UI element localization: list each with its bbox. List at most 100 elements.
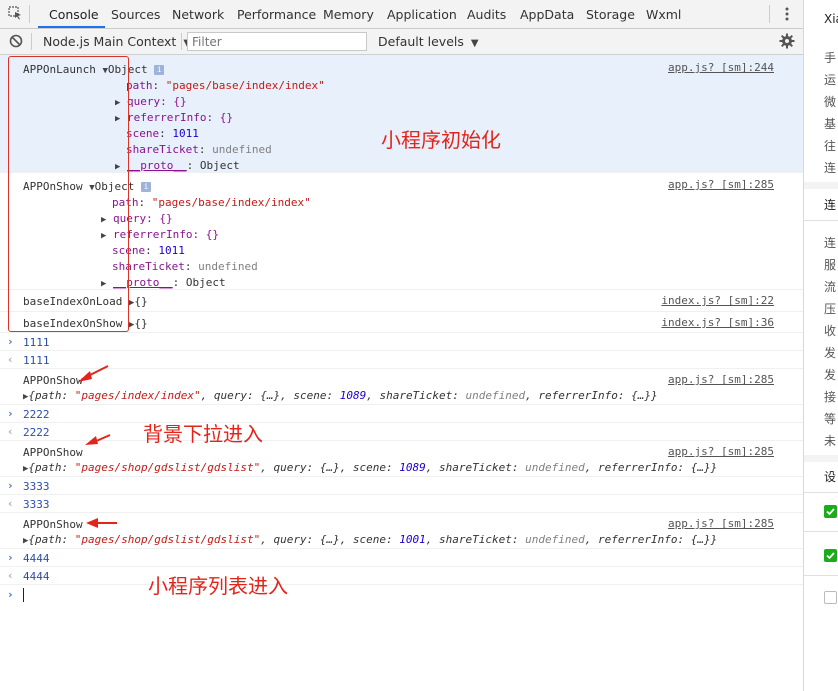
preview-undefined: undefined — [525, 533, 585, 546]
source-link[interactable]: app.js? [sm]:244 — [668, 61, 774, 74]
right-side-panel: Xia 手 运 微 基 往 连 连 连 服 流 压 收 发 发 接 等 未 设 — [803, 0, 838, 691]
console-toolbar: Node.js Main Context ▼ Default levels ▼ — [0, 29, 803, 55]
console-settings-gear-icon[interactable] — [779, 33, 795, 49]
log-label: APPOnShow — [23, 446, 83, 459]
input-value: 1111 — [23, 336, 50, 349]
context-selector[interactable]: Node.js Main Context ▼ — [43, 34, 191, 49]
panel-divider — [804, 575, 838, 576]
source-link[interactable]: index.js? [sm]:22 — [661, 294, 774, 307]
input-prompt-icon: › — [7, 335, 14, 348]
input-prompt-icon: › — [7, 479, 14, 492]
checkbox-checked[interactable] — [824, 505, 837, 518]
prop-value: "pages/base/index/index" — [165, 79, 325, 92]
panel-item: 连 — [824, 236, 837, 250]
source-link[interactable]: app.js? [sm]:285 — [668, 373, 774, 386]
source-link[interactable]: index.js? [sm]:36 — [661, 316, 774, 329]
prop-value: "pages/base/index/index" — [151, 196, 311, 209]
active-tab-indicator — [38, 26, 105, 28]
prop-key: path — [126, 79, 153, 92]
prop-query[interactable]: query: {} — [127, 95, 187, 108]
preview-text: {path: — [28, 389, 75, 402]
info-icon: i — [141, 182, 152, 192]
panel-section-title: 连 — [824, 198, 837, 212]
annotation-list-label: 小程序列表进入 — [148, 574, 288, 598]
result-arrow-icon: ‹ — [7, 353, 14, 366]
tab-application[interactable]: Application — [387, 7, 457, 22]
preview-path: "pages/index/index" — [74, 389, 201, 402]
console-result-entry: ‹ 4444 — [0, 567, 803, 585]
tab-appdata[interactable]: AppData — [520, 7, 574, 22]
input-value: 3333 — [23, 480, 50, 493]
filter-input[interactable] — [187, 32, 367, 51]
result-value: 1111 — [23, 354, 50, 367]
object-value[interactable]: {} — [134, 295, 147, 308]
result-arrow-icon: ‹ — [7, 425, 14, 438]
tab-memory[interactable]: Memory — [323, 7, 374, 22]
preview-text: , shareTicket: — [366, 389, 466, 402]
panel-item: 发 — [824, 368, 837, 382]
result-arrow-icon: ‹ — [7, 497, 14, 510]
preview-scene: 1089 — [339, 389, 367, 402]
panel-item: 连 — [824, 161, 837, 175]
log-levels-dropdown[interactable]: Default levels ▼ — [378, 34, 479, 49]
preview-text: {path: — [28, 533, 75, 546]
preview-text: , query: {…}, scene: — [260, 461, 400, 474]
source-link[interactable]: app.js? [sm]:285 — [668, 178, 774, 191]
source-link[interactable]: app.js? [sm]:285 — [668, 445, 774, 458]
log-label: APPOnShow — [23, 518, 83, 531]
tab-storage[interactable]: Storage — [586, 7, 635, 22]
console-result-entry: ‹ 3333 — [0, 495, 803, 513]
devtools-tab-bar: Console Sources Network Performance Memo… — [0, 0, 803, 29]
more-options-icon[interactable] — [784, 6, 790, 22]
prop-key: shareTicket — [126, 143, 199, 156]
clear-console-icon[interactable] — [9, 34, 23, 48]
panel-item: 运 — [824, 73, 837, 87]
prop-value: 1011 — [172, 127, 199, 140]
annotation-arrow-icon — [78, 365, 109, 382]
tab-performance[interactable]: Performance — [237, 7, 316, 22]
inspect-element-icon[interactable] — [8, 6, 22, 20]
tab-console[interactable]: Console — [49, 7, 99, 22]
annotation-arrow-icon — [86, 518, 117, 528]
log-levels-label: Default levels — [378, 34, 464, 49]
preview-text: , referrerInfo: {…}} — [584, 533, 718, 546]
source-link[interactable]: app.js? [sm]:285 — [668, 517, 774, 530]
preview-undefined: undefined — [465, 389, 526, 402]
panel-item: 等 — [824, 412, 837, 426]
panel-item: 流 — [824, 280, 837, 294]
checkbox-checked[interactable] — [824, 549, 837, 562]
console-log-entry: APPOnShow app.js? [sm]:285 ▶{path: "page… — [0, 441, 803, 477]
info-icon: i — [154, 65, 165, 75]
tab-network[interactable]: Network — [172, 7, 224, 22]
tab-wxml[interactable]: Wxml — [646, 7, 681, 22]
panel-item: 收 — [824, 324, 837, 338]
result-value: 3333 — [23, 498, 50, 511]
input-value: 2222 — [23, 408, 50, 421]
annotation-init-label: 小程序初始化 — [381, 128, 501, 152]
panel-item: 手 — [824, 51, 837, 65]
panel-divider — [804, 455, 838, 462]
object-value[interactable]: {} — [134, 317, 147, 330]
console-input-entry: › 2222 — [0, 405, 803, 423]
result-value: 4444 — [23, 570, 50, 583]
console-prompt[interactable]: › — [0, 586, 803, 606]
console-result-entry: ‹ 2222 — [0, 423, 803, 441]
checkbox-unchecked[interactable] — [824, 591, 837, 604]
input-value: 4444 — [23, 552, 50, 565]
preview-undefined: undefined — [525, 461, 585, 474]
preview-text: , referrerInfo: {…}} — [584, 461, 718, 474]
panel-item: 服 — [824, 258, 837, 272]
prop-value: Object — [199, 159, 240, 172]
tab-sources[interactable]: Sources — [111, 7, 160, 22]
prop-key[interactable]: __proto__ — [127, 159, 187, 172]
input-prompt-icon: › — [7, 551, 14, 564]
dropdown-arrow-icon: ▼ — [470, 38, 479, 49]
prop-referrer[interactable]: referrerInfo: {} — [127, 111, 233, 124]
preview-text: , referrerInfo: {…}} — [525, 389, 658, 402]
preview-text: , shareTicket: — [425, 461, 526, 474]
tab-audits[interactable]: Audits — [467, 7, 506, 22]
preview-path: "pages/shop/gdslist/gdslist" — [74, 461, 261, 474]
prompt-chevron-icon: › — [7, 588, 14, 601]
context-selector-label: Node.js Main Context — [43, 34, 177, 49]
panel-item: 微 — [824, 95, 837, 109]
